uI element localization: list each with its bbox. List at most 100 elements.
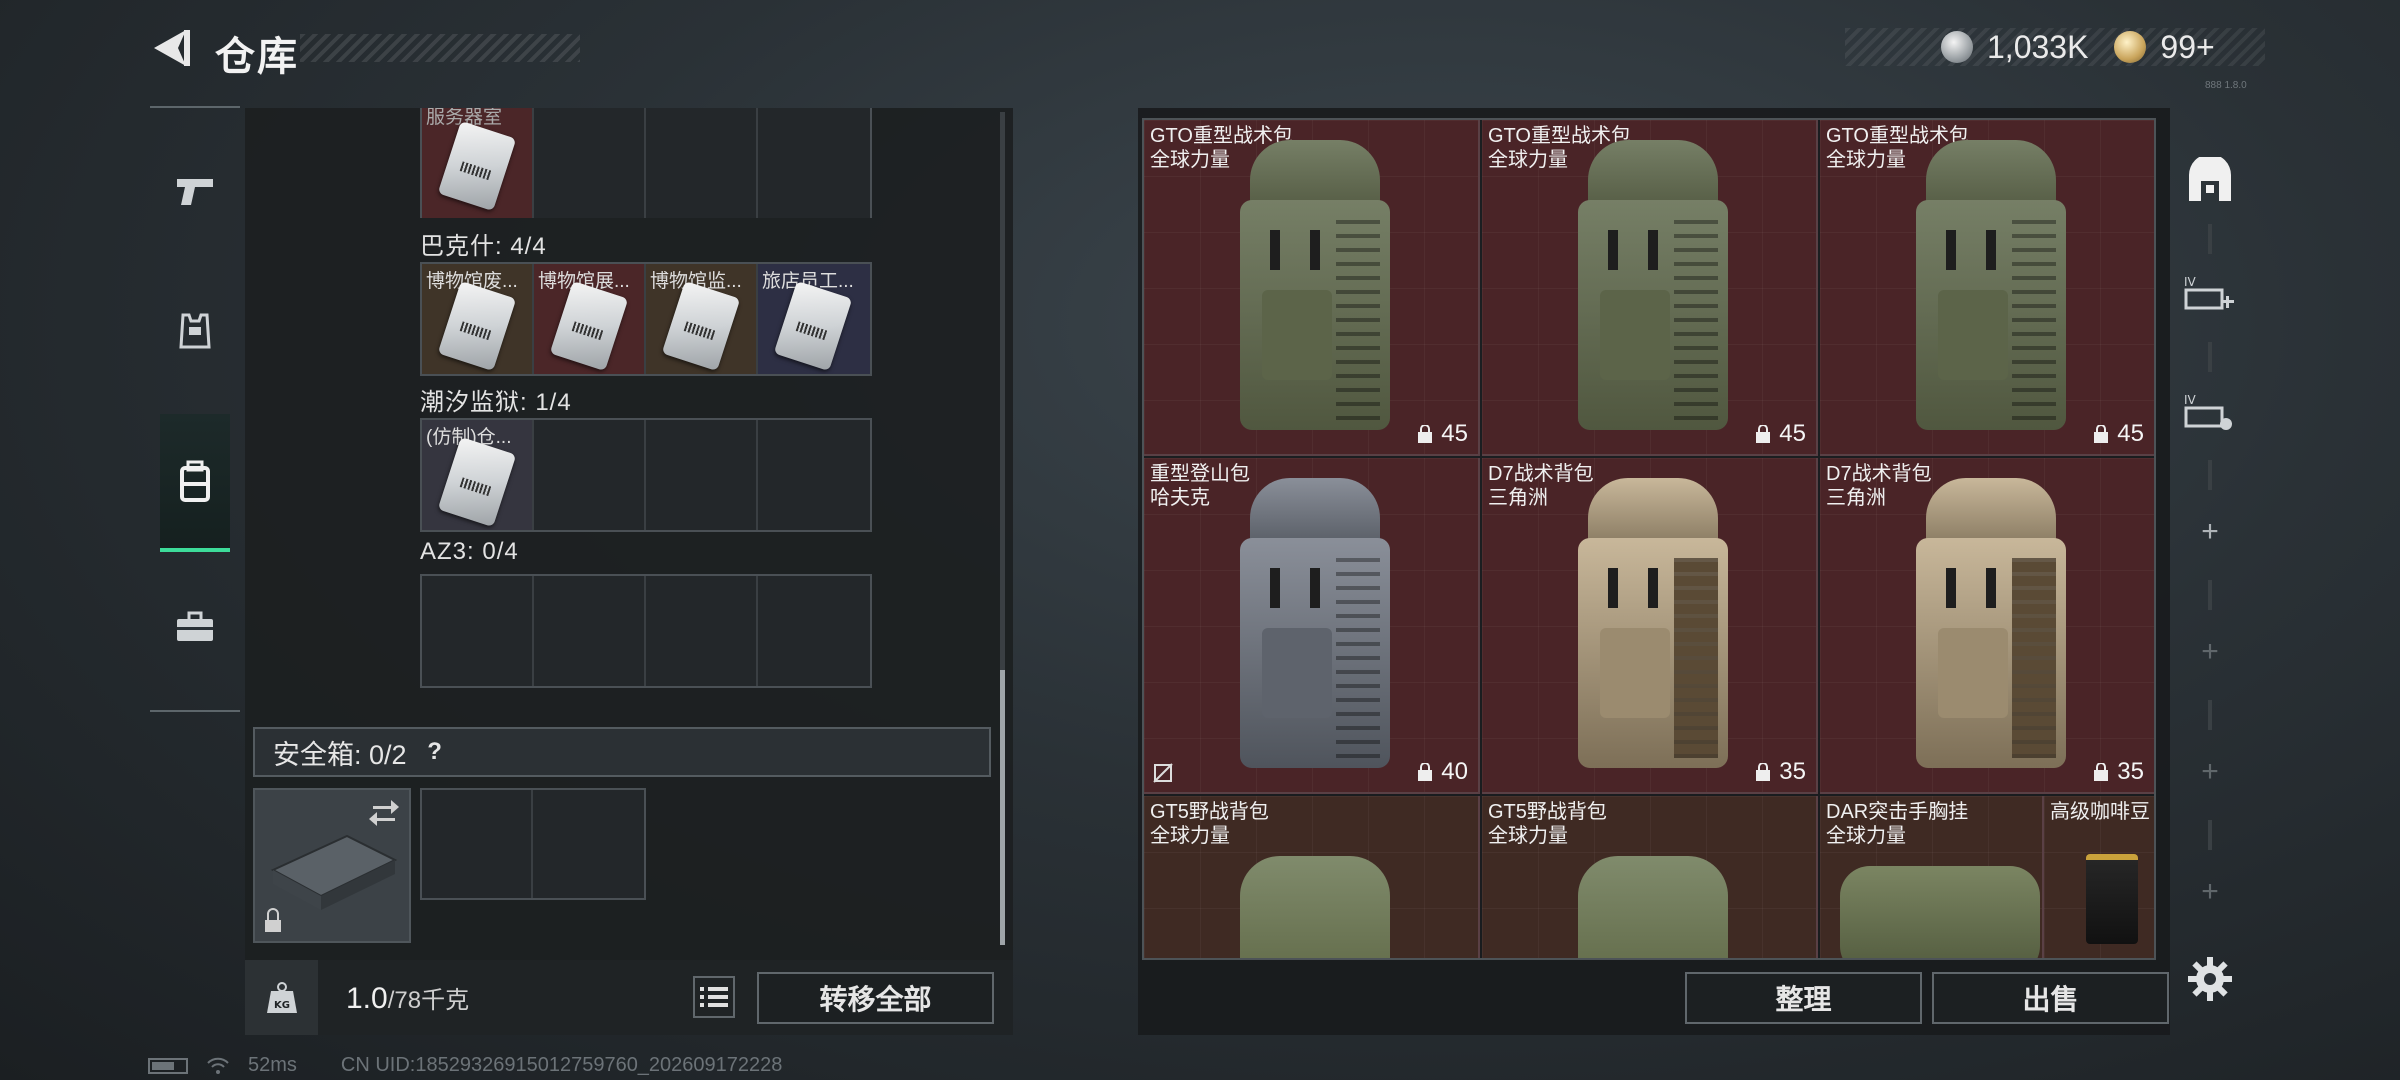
key-slot[interactable]: 博物馆废... [422, 264, 534, 374]
toolbox-icon [177, 611, 213, 641]
silver-coin-icon [1941, 31, 1973, 63]
settings-button[interactable] [2186, 955, 2234, 1003]
storage-home-button[interactable] [2178, 148, 2242, 212]
list-icon [700, 987, 728, 1007]
plus-icon: + [2201, 875, 2219, 908]
secure-case-slot[interactable] [253, 788, 411, 943]
category-nav [150, 106, 240, 712]
keycard-icon [549, 280, 629, 372]
rucksack-image [1240, 856, 1390, 958]
page-title: 仓库 [215, 35, 299, 79]
empty-slot[interactable] [646, 108, 758, 218]
item-cell[interactable]: 高级咖啡豆 [2044, 796, 2154, 958]
backpack-image [1240, 140, 1390, 440]
key-slot[interactable]: 博物馆展... [534, 264, 646, 374]
capacity-lock-icon [1756, 425, 1771, 443]
storage-sidebar: IV IV + + + + [2178, 112, 2242, 962]
key-slots-tidal-prison: (仿制)仓... [420, 418, 872, 532]
item-cell[interactable]: GT5野战背包 全球力量 [1482, 796, 1818, 958]
capacity-lock-icon [2094, 425, 2109, 443]
sort-button[interactable]: 整理 [1685, 972, 1922, 1024]
sidebar-divider [2208, 460, 2212, 490]
weight-max: /78千克 [387, 986, 470, 1014]
silver-amount: 1,033K [1987, 28, 2089, 65]
key-slot[interactable]: 服务器室 [422, 108, 534, 218]
key-slot[interactable]: 博物馆监... [646, 264, 758, 374]
add-storage-button[interactable]: + [2178, 860, 2242, 924]
uid-text: CN UID:18529326915012759760_202609172228 [340, 1054, 783, 1076]
item-title: GT5野战背包 [1150, 801, 1269, 823]
item-name: 重型登山包 哈夫克 [1150, 462, 1250, 510]
capacity-lock-icon [1418, 763, 1433, 781]
key-slot[interactable]: (仿制)仓... [422, 420, 534, 530]
item-cell[interactable]: GTO重型战术包 全球力量 45 [1144, 120, 1480, 456]
item-capacity: 45 [1755, 420, 1806, 448]
empty-slot[interactable] [534, 420, 646, 530]
weight-icon-box: KG [245, 960, 318, 1035]
list-view-button[interactable] [693, 976, 735, 1018]
storage-tier-button[interactable]: IV [2178, 382, 2242, 446]
add-storage-button[interactable]: + [2178, 620, 2242, 684]
transfer-all-button[interactable]: 转移全部 [757, 972, 994, 1024]
empty-slot[interactable] [646, 576, 758, 686]
secure-box-slots [420, 788, 646, 900]
version-note: 888 1.8.0 [2205, 80, 2247, 91]
empty-slot[interactable] [534, 576, 646, 686]
tier-label: IV [2184, 393, 2197, 407]
item-cell[interactable]: GTO重型战术包 全球力量 45 [1482, 120, 1818, 456]
sell-button[interactable]: 出售 [1932, 972, 2169, 1024]
item-brand: 全球力量 [1826, 825, 1906, 847]
keycard-icon [773, 280, 853, 372]
storage-upgrade-icon: IV [2184, 275, 2234, 310]
item-cell[interactable]: GTO重型战术包 全球力量 45 [1820, 120, 2154, 456]
empty-slot[interactable] [758, 108, 870, 218]
nav-tools[interactable] [160, 592, 230, 662]
currency-bar: 1,033K 99+ [1845, 28, 2265, 66]
add-storage-button[interactable]: + [2178, 740, 2242, 804]
item-title: DAR突击手胸挂 [1826, 801, 1969, 823]
add-storage-button[interactable]: + [2178, 500, 2242, 564]
nav-weapons[interactable] [160, 156, 230, 226]
backpack-image [1578, 140, 1728, 440]
empty-slot[interactable] [534, 108, 646, 218]
capacity-value: 35 [1779, 758, 1806, 785]
sidebar-divider [2208, 224, 2212, 254]
item-title: 高级咖啡豆 [2050, 801, 2150, 823]
weight-current: 1.0 [346, 981, 388, 1015]
item-brand: 哈夫克 [1150, 487, 1210, 509]
chest-rig-image [1840, 866, 2040, 958]
back-button[interactable] [148, 26, 192, 70]
item-name: DAR突击手胸挂 全球力量 [1826, 800, 1968, 848]
empty-slot[interactable] [646, 420, 758, 530]
backpack-image [1240, 478, 1390, 778]
scrollbar-thumb[interactable] [1000, 670, 1005, 945]
secure-box-label: 安全箱: 0/2 [273, 739, 407, 770]
rucksack-image [1578, 856, 1728, 958]
keycard-icon [661, 280, 741, 372]
nav-backpack[interactable] [160, 414, 230, 552]
key-slot[interactable]: 旅店员工... [758, 264, 870, 374]
warehouse-icon [2189, 157, 2231, 201]
tier-label: IV [2184, 275, 2197, 289]
plus-icon: + [2201, 515, 2219, 548]
storage-grid: GTO重型战术包 全球力量 45 GTO重型战术包 全球力量 45 GTO重型战术包… [1142, 118, 2156, 960]
gear-icon [2188, 957, 2232, 1001]
empty-slot[interactable] [422, 576, 534, 686]
item-cell[interactable]: GT5野战背包 全球力量 [1144, 796, 1480, 958]
nav-armor[interactable] [160, 296, 230, 366]
expand-storage-button[interactable]: IV [2178, 264, 2242, 328]
sidebar-divider [2208, 342, 2212, 372]
coffee-bag-image [2086, 854, 2138, 944]
empty-slot[interactable] [758, 576, 870, 686]
item-cell[interactable]: D7战术背包 三角洲 35 [1820, 458, 2154, 794]
help-icon[interactable]: ? [419, 738, 451, 766]
ping-value: 52ms [248, 1054, 297, 1076]
sidebar-divider [2208, 580, 2212, 610]
empty-slot[interactable] [533, 790, 644, 898]
item-cell[interactable]: D7战术背包 三角洲 35 [1482, 458, 1818, 794]
empty-slot[interactable] [758, 420, 870, 530]
item-name: GT5野战背包 全球力量 [1488, 800, 1607, 848]
item-cell[interactable]: DAR突击手胸挂 全球力量 [1820, 796, 2044, 958]
empty-slot[interactable] [422, 790, 533, 898]
item-cell[interactable]: 重型登山包 哈夫克 40 [1144, 458, 1480, 794]
